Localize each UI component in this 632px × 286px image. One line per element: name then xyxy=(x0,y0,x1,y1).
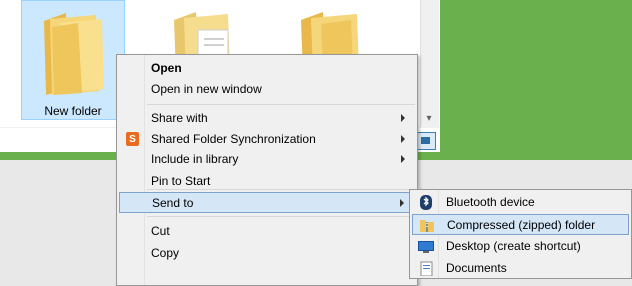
large-icons-view-button[interactable] xyxy=(416,132,436,150)
menu-item-label: Cut xyxy=(151,224,170,238)
menu-item-label: Documents xyxy=(446,261,507,275)
menu-item-label: Pin to Start xyxy=(151,174,211,188)
menu-separator xyxy=(147,189,415,190)
menu-item-label: Bluetooth device xyxy=(446,195,535,209)
context-menu: Open Open in new window Share with S Sha… xyxy=(116,54,418,286)
menu-item-label: Desktop (create shortcut) xyxy=(446,239,581,253)
folder-item-new-folder[interactable]: New folder xyxy=(21,0,125,120)
send-to-submenu: Bluetooth device Compressed (zipped) fol… xyxy=(409,189,632,279)
documents-icon xyxy=(420,261,433,276)
menu-item-cut[interactable]: Cut xyxy=(119,221,415,242)
folder-label: New folder xyxy=(44,104,102,118)
menu-item-label: Open in new window xyxy=(151,82,262,96)
menu-item-documents[interactable]: Documents xyxy=(412,258,629,279)
desktop-icon xyxy=(418,241,434,253)
menu-item-open-in-new-window[interactable]: Open in new window xyxy=(119,79,415,100)
menu-item-label: Include in library xyxy=(151,152,239,166)
menu-item-label: Send to xyxy=(152,196,194,210)
submenu-arrow-icon xyxy=(401,155,405,163)
menu-item-open[interactable]: Open xyxy=(119,58,415,79)
menu-item-compressed-zipped-folder[interactable]: Compressed (zipped) folder xyxy=(412,214,629,235)
menu-item-desktop-create-shortcut[interactable]: Desktop (create shortcut) xyxy=(412,236,629,257)
submenu-arrow-icon xyxy=(401,114,405,122)
menu-item-label: Open xyxy=(151,61,182,75)
menu-item-include-in-library[interactable]: Include in library xyxy=(119,149,415,170)
menu-item-send-to[interactable]: Send to xyxy=(119,192,415,213)
menu-separator xyxy=(147,216,415,217)
menu-item-label: Compressed (zipped) folder xyxy=(447,218,596,232)
zip-folder-icon xyxy=(420,220,434,232)
menu-item-label: Share with xyxy=(151,111,208,125)
window-border xyxy=(440,0,632,160)
menu-item-share-with[interactable]: Share with xyxy=(119,108,415,129)
bluetooth-icon xyxy=(420,195,432,210)
folder-icon xyxy=(44,13,104,95)
menu-item-shared-folder-synchronization[interactable]: S Shared Folder Synchronization xyxy=(119,129,415,150)
submenu-arrow-icon xyxy=(400,199,404,207)
menu-item-copy[interactable]: Copy xyxy=(119,243,415,264)
scroll-down-arrow-icon[interactable]: ▾ xyxy=(420,110,438,126)
menu-separator xyxy=(147,104,415,105)
vertical-scrollbar[interactable] xyxy=(420,0,439,127)
menu-item-bluetooth-device[interactable]: Bluetooth device xyxy=(412,192,629,213)
sync-icon: S xyxy=(126,132,139,146)
menu-item-label: Copy xyxy=(151,246,180,260)
submenu-arrow-icon xyxy=(401,135,405,143)
menu-item-label: Shared Folder Synchronization xyxy=(151,132,316,146)
